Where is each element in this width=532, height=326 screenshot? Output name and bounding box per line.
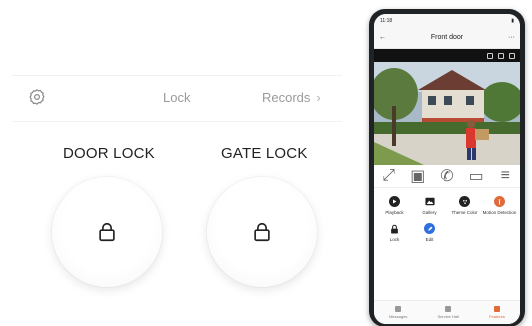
nav-label: Service Hall xyxy=(437,314,459,319)
phone-screen: 11:18 ▮ ← Front door ··· ⤢ ▣ ✆ ▭ ≡ Playb… xyxy=(374,14,520,324)
feature-theme-color[interactable]: Theme Color xyxy=(447,196,482,215)
nav-service-hall[interactable]: Service Hall xyxy=(438,306,459,319)
bottom-nav: Messages Service Hall Features xyxy=(374,300,520,324)
feature-label: Lock xyxy=(389,237,400,242)
gallery-icon xyxy=(424,196,435,207)
divider xyxy=(12,121,342,122)
feature-playback[interactable]: Playback xyxy=(377,196,412,215)
record-icon[interactable] xyxy=(498,52,504,59)
chevron-right-icon: › xyxy=(316,90,321,105)
motion-icon xyxy=(494,196,505,207)
screenshot-icon[interactable] xyxy=(487,52,493,59)
lock-panel: Lock Records › DOOR LOCK GATE LOCK xyxy=(0,0,350,326)
expand-icon[interactable]: ⤢ xyxy=(382,167,395,184)
feature-label: Playback xyxy=(385,210,404,215)
feature-lock[interactable]: Lock xyxy=(377,223,412,242)
feature-grid: Playback Gallery Theme Color Motion Dete… xyxy=(374,188,520,242)
padlock-icon xyxy=(254,222,270,242)
app-header: ← Front door ··· xyxy=(374,27,520,49)
video-controls: ⤢ ▣ ✆ ▭ ≡ xyxy=(374,165,520,188)
nav-messages[interactable]: Messages xyxy=(389,306,407,319)
door-lock-title: DOOR LOCK xyxy=(63,145,155,162)
call-icon[interactable]: ✆ xyxy=(440,168,453,185)
status-time: 11:18 xyxy=(380,17,393,24)
feature-motion-detection[interactable]: Motion Detection xyxy=(482,196,517,215)
records-link[interactable]: Records › xyxy=(262,90,321,105)
settings-gear-icon[interactable] xyxy=(28,88,46,106)
video-record-icon[interactable]: ▭ xyxy=(469,168,484,185)
live-video-feed[interactable] xyxy=(374,62,520,165)
padlock-icon xyxy=(99,222,115,242)
feature-label: Theme Color xyxy=(451,210,478,215)
menu-icon[interactable]: ≡ xyxy=(501,167,510,184)
status-bar: 11:18 ▮ xyxy=(374,14,520,27)
video-toolbar xyxy=(374,49,520,62)
edit-icon xyxy=(424,223,435,234)
feature-gallery[interactable]: Gallery xyxy=(412,196,447,215)
phone-mockup: 11:18 ▮ ← Front door ··· ⤢ ▣ ✆ ▭ ≡ Playb… xyxy=(369,9,525,326)
nav-label: Features xyxy=(489,314,505,319)
playback-icon xyxy=(389,196,400,207)
cart-icon xyxy=(445,306,452,312)
feature-label: Gallery xyxy=(422,210,437,215)
battery-icon: ▮ xyxy=(511,17,514,24)
divider xyxy=(12,75,342,76)
feature-label: Edit xyxy=(425,237,434,242)
nav-label: Messages xyxy=(389,314,408,319)
door-lock-button[interactable] xyxy=(52,177,162,287)
nav-features[interactable]: Features xyxy=(489,306,505,319)
features-icon xyxy=(493,306,500,312)
lock-icon xyxy=(389,223,400,234)
messages-icon xyxy=(395,306,402,312)
back-arrow-icon[interactable]: ← xyxy=(379,34,386,41)
tab-lock[interactable]: Lock xyxy=(163,90,190,105)
fullscreen-icon[interactable] xyxy=(509,52,515,59)
page-title: Front door xyxy=(430,34,464,41)
snapshot-icon[interactable]: ▣ xyxy=(410,168,425,185)
gate-lock-button[interactable] xyxy=(207,177,317,287)
more-icon[interactable]: ··· xyxy=(508,34,515,41)
palette-icon xyxy=(459,196,470,207)
feature-edit[interactable]: Edit xyxy=(412,223,447,242)
records-label: Records xyxy=(262,90,311,105)
feature-label: Motion Detection xyxy=(482,210,517,215)
gate-lock-title: GATE LOCK xyxy=(221,145,308,162)
